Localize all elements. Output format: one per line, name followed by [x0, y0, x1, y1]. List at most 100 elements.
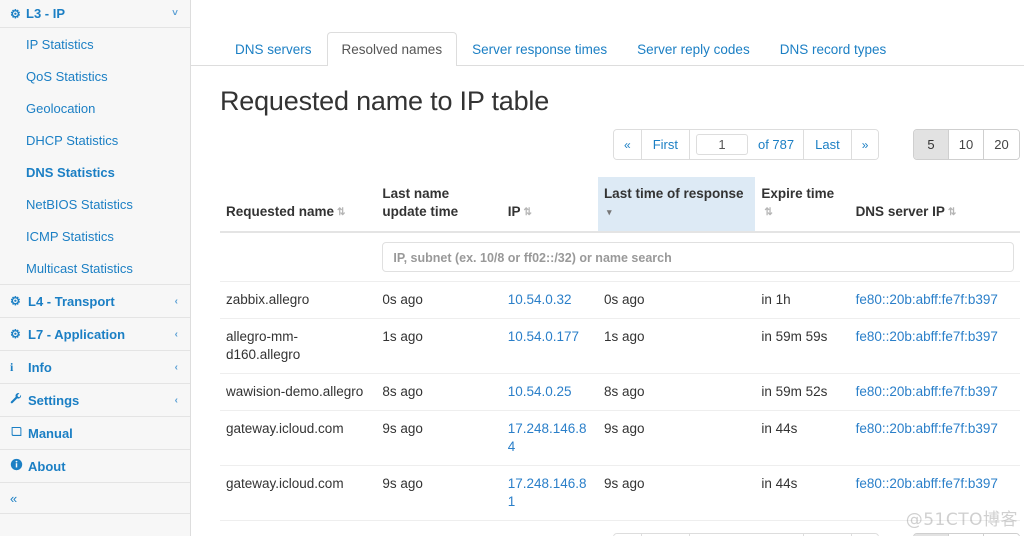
sort-icon[interactable]: ⇅ [948, 208, 956, 218]
sidebar-sub-label: IP Statistics [26, 37, 94, 52]
sidebar-item-geolocation[interactable]: Geolocation [0, 92, 190, 124]
sidebar-item-settings[interactable]: Settings ‹ [0, 383, 190, 416]
column-header-ip[interactable]: IP⇅ [502, 177, 598, 232]
ip-link[interactable]: 10.54.0.25 [508, 384, 572, 399]
sort-icon[interactable]: ⇅ [764, 208, 772, 218]
table-row[interactable]: gateway.icloud.com 9s ago 17.248.146.81 … [220, 466, 1020, 521]
tab-server-response-times[interactable]: Server response times [457, 32, 622, 66]
ip-link[interactable]: 17.248.146.84 [508, 421, 587, 454]
sidebar-item-l7-application[interactable]: ⚙ L7 - Application ‹ [0, 317, 190, 350]
cell-ip: 10.54.0.25 [502, 374, 598, 411]
main-content: DNS servers Resolved names Server respon… [191, 0, 1024, 536]
tab-server-reply-codes[interactable]: Server reply codes [622, 32, 765, 66]
cell-last-name-update-time: 9s ago [376, 466, 501, 521]
sidebar-item-l4-transport[interactable]: ⚙ L4 - Transport ‹ [0, 284, 190, 317]
column-header-last-name-update-time[interactable]: Last name update time [376, 177, 501, 232]
sidebar-item-label: About [28, 459, 178, 474]
cell-requested-name: wawision-demo.allegro [220, 374, 376, 411]
sidebar-item-ip-statistics[interactable]: IP Statistics [0, 28, 190, 60]
cell-last-time-of-response: 9s ago [598, 411, 755, 466]
page-size-5-button[interactable]: 5 [914, 130, 949, 159]
prev-page-button[interactable]: « [614, 130, 642, 159]
sidebar-item-multicast-statistics[interactable]: Multicast Statistics [0, 252, 190, 284]
sidebar-item-icmp-statistics[interactable]: ICMP Statistics [0, 220, 190, 252]
table-container: Requested name⇅ Last name update time IP… [220, 177, 1020, 521]
sidebar-collapse-button[interactable]: « [0, 482, 190, 514]
search-cell [376, 232, 1020, 282]
column-header-last-time-of-response[interactable]: Last time of response▾ [598, 177, 755, 232]
dns-server-ip-link[interactable]: fe80::20b:abff:fe7f:b397 [856, 329, 998, 344]
column-header-expire-time[interactable]: Expire time⇅ [755, 177, 849, 232]
sidebar-item-about[interactable]: About [0, 449, 190, 482]
sidebar-group-l3-ip[interactable]: ⚙ L3 - IP ˅ [0, 0, 190, 28]
table-body: zabbix.allegro 0s ago 10.54.0.32 0s ago … [220, 232, 1020, 521]
tab-label: DNS servers [235, 42, 312, 57]
cell-requested-name: allegro-mm-d160.allegro [220, 319, 376, 374]
sort-icon[interactable]: ⇅ [523, 208, 531, 218]
page-size-20-button[interactable]: 20 [984, 130, 1019, 159]
info-circle-icon [10, 458, 28, 474]
page-number-input[interactable] [696, 134, 748, 155]
column-label: DNS server IP [856, 204, 945, 219]
tab-label: Resolved names [342, 42, 443, 57]
dns-server-ip-link[interactable]: fe80::20b:abff:fe7f:b397 [856, 421, 998, 436]
chevron-left-icon[interactable]: ‹ [175, 296, 178, 307]
cell-last-name-update-time: 1s ago [376, 319, 501, 374]
dns-server-ip-link[interactable]: fe80::20b:abff:fe7f:b397 [856, 476, 998, 491]
sidebar-item-qos-statistics[interactable]: QoS Statistics [0, 60, 190, 92]
table-row[interactable]: zabbix.allegro 0s ago 10.54.0.32 0s ago … [220, 282, 1020, 319]
sidebar-item-manual[interactable]: Manual [0, 416, 190, 449]
dns-server-ip-link[interactable]: fe80::20b:abff:fe7f:b397 [856, 292, 998, 307]
column-header-dns-server-ip[interactable]: DNS server IP⇅ [850, 177, 1020, 232]
table-head: Requested name⇅ Last name update time IP… [220, 177, 1020, 232]
cell-requested-name: gateway.icloud.com [220, 411, 376, 466]
sidebar-sub-label: QoS Statistics [26, 69, 108, 84]
cell-expire-time: in 44s [755, 466, 849, 521]
search-input[interactable] [382, 242, 1014, 272]
table-row[interactable]: wawision-demo.allegro 8s ago 10.54.0.25 … [220, 374, 1020, 411]
chevron-left-icon[interactable]: ‹ [175, 329, 178, 340]
cell-requested-name: zabbix.allegro [220, 282, 376, 319]
page-size-10-button[interactable]: 10 [949, 130, 984, 159]
resolved-names-table: Requested name⇅ Last name update time IP… [220, 177, 1020, 521]
sidebar-sub-label: ICMP Statistics [26, 229, 114, 244]
sidebar-item-label: Manual [28, 426, 178, 441]
chevron-left-icon[interactable]: ‹ [175, 362, 178, 373]
column-label: Requested name [226, 204, 334, 219]
ip-link[interactable]: 17.248.146.81 [508, 476, 587, 509]
chevron-left-icon[interactable]: ‹ [175, 395, 178, 406]
double-chevron-left-icon: « [10, 491, 17, 506]
table-row[interactable]: allegro-mm-d160.allegro 1s ago 10.54.0.1… [220, 319, 1020, 374]
sidebar-item-label: Info [28, 360, 175, 375]
cell-dns-server-ip: fe80::20b:abff:fe7f:b397 [850, 319, 1020, 374]
ip-link[interactable]: 10.54.0.32 [508, 292, 572, 307]
next-page-button[interactable]: » [852, 130, 879, 159]
sidebar-sub-label: DNS Statistics [26, 165, 115, 180]
ip-link[interactable]: 10.54.0.177 [508, 329, 579, 344]
sidebar-item-dns-statistics[interactable]: DNS Statistics [0, 156, 190, 188]
first-page-button[interactable]: First [642, 130, 690, 159]
search-row-spacer [220, 232, 376, 282]
page-number-cell [690, 130, 754, 159]
cell-last-time-of-response: 1s ago [598, 319, 755, 374]
table-header-row: Requested name⇅ Last name update time IP… [220, 177, 1020, 232]
tab-dns-record-types[interactable]: DNS record types [765, 32, 902, 66]
tab-resolved-names[interactable]: Resolved names [327, 32, 458, 66]
cell-dns-server-ip: fe80::20b:abff:fe7f:b397 [850, 374, 1020, 411]
sidebar-item-dhcp-statistics[interactable]: DHCP Statistics [0, 124, 190, 156]
info-i-icon: i [10, 360, 28, 375]
sidebar-item-info[interactable]: i Info ‹ [0, 350, 190, 383]
dns-server-ip-link[interactable]: fe80::20b:abff:fe7f:b397 [856, 384, 998, 399]
wrench-icon [10, 393, 28, 408]
cell-last-name-update-time: 8s ago [376, 374, 501, 411]
last-page-button[interactable]: Last [804, 130, 852, 159]
sort-desc-icon[interactable]: ▾ [607, 207, 612, 217]
tab-dns-servers[interactable]: DNS servers [220, 32, 327, 66]
sort-icon[interactable]: ⇅ [337, 208, 345, 218]
column-header-requested-name[interactable]: Requested name⇅ [220, 177, 376, 232]
column-label: Last name update time [382, 186, 458, 219]
cell-expire-time: in 1h [755, 282, 849, 319]
sidebar-item-netbios-statistics[interactable]: NetBIOS Statistics [0, 188, 190, 220]
chevron-down-icon[interactable]: ˅ [172, 8, 178, 19]
table-row[interactable]: gateway.icloud.com 9s ago 17.248.146.84 … [220, 411, 1020, 466]
